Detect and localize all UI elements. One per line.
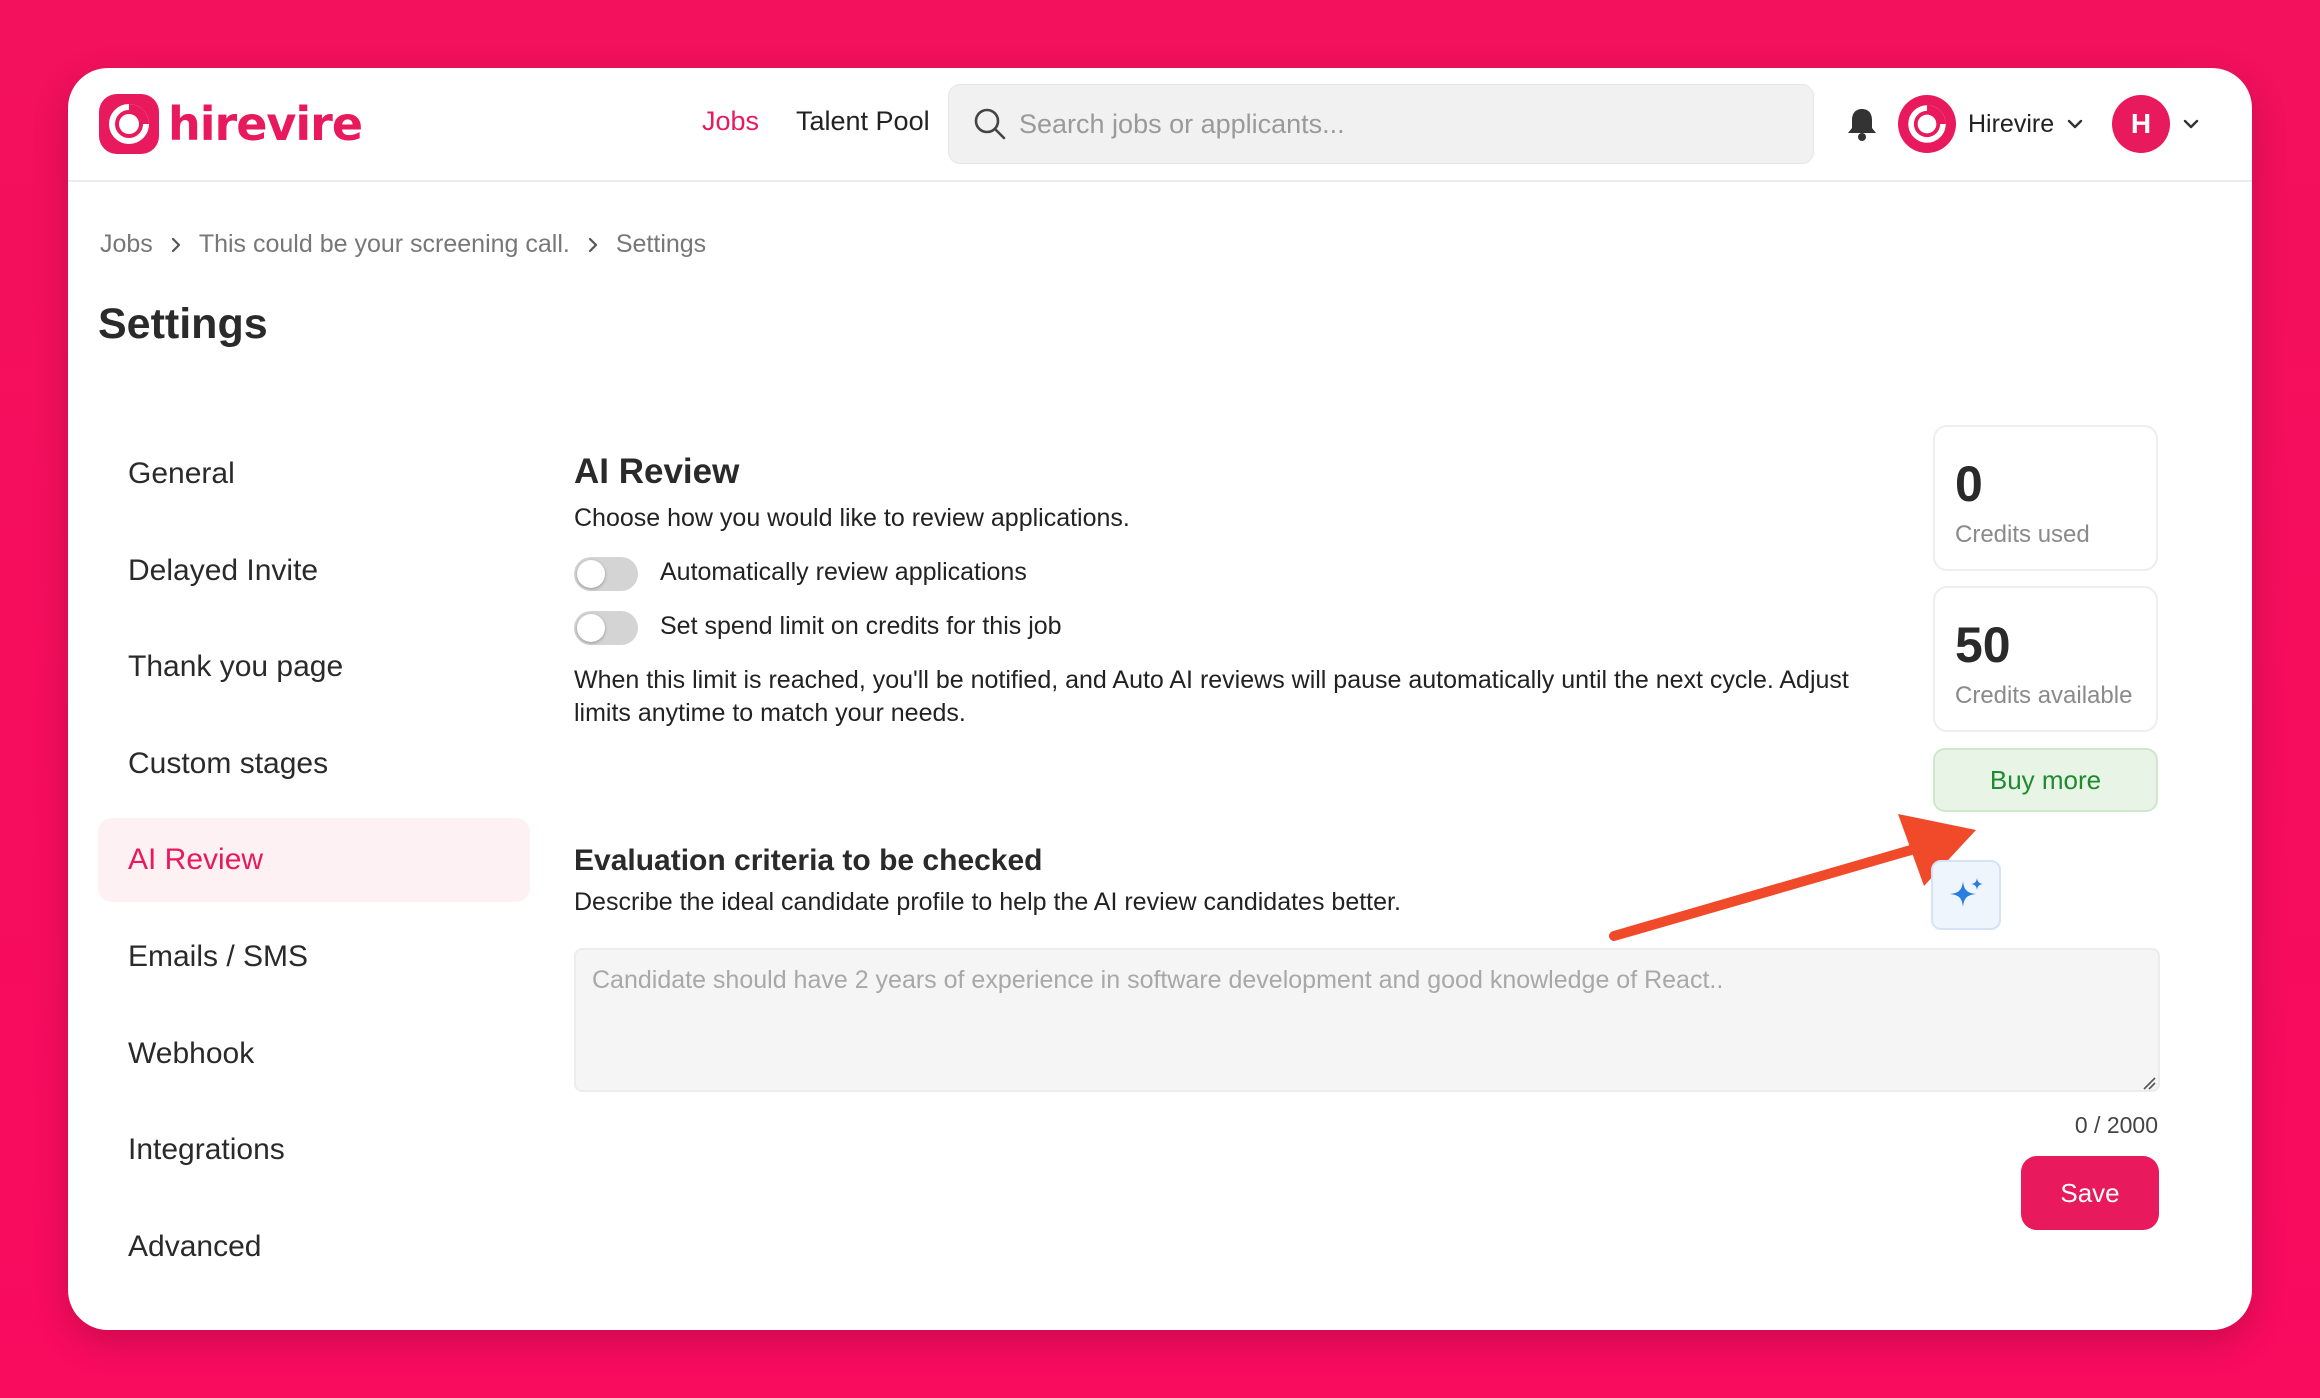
- sidebar-item-thank-you-page[interactable]: Thank you page: [98, 625, 530, 709]
- spend-limit-label: Set spend limit on credits for this job: [660, 612, 1062, 640]
- top-header: hirevire Jobs Talent Pool Hirevire: [68, 68, 2252, 182]
- credits-available-card: 50 Credits available: [1933, 586, 2158, 732]
- logo[interactable]: hirevire: [98, 92, 363, 156]
- sparkle-icon: [1950, 878, 1983, 907]
- breadcrumb-current: Settings: [615, 230, 707, 258]
- toggle-knob: [577, 614, 605, 642]
- sidebar-item-custom-stages[interactable]: Custom stages: [98, 722, 530, 806]
- org-logo-icon: [1898, 95, 1956, 153]
- bell-icon[interactable]: [1842, 104, 1882, 144]
- breadcrumb-job[interactable]: This could be your screening call.: [199, 230, 570, 259]
- credits-used-label: Credits used: [1955, 521, 2090, 548]
- criteria-title: Evaluation criteria to be checked: [574, 844, 1043, 877]
- app-window: hirevire Jobs Talent Pool Hirevire: [68, 68, 2252, 1330]
- org-switcher[interactable]: Hirevire: [1898, 94, 2084, 154]
- avatar: H: [2112, 95, 2170, 153]
- sidebar-item-webhook[interactable]: Webhook: [98, 1012, 530, 1096]
- nav-talent-pool[interactable]: Talent Pool: [796, 106, 930, 137]
- section-subtitle: Choose how you would like to review appl…: [574, 504, 1130, 532]
- sidebar-item-general[interactable]: General: [98, 432, 530, 516]
- limit-note-line-2: limits anytime to match your needs.: [574, 699, 966, 727]
- ai-generate-button[interactable]: [1931, 860, 2001, 930]
- sidebar-item-advanced[interactable]: Advanced: [98, 1205, 530, 1289]
- sidebar-item-delayed-invite[interactable]: Delayed Invite: [98, 529, 530, 613]
- resize-grip-icon[interactable]: [2140, 1074, 2156, 1090]
- auto-review-label: Automatically review applications: [660, 558, 1027, 586]
- search-bar[interactable]: [948, 84, 1814, 164]
- credits-available-label: Credits available: [1955, 682, 2133, 709]
- breadcrumb-jobs[interactable]: Jobs: [100, 230, 153, 259]
- criteria-subtitle: Describe the ideal candidate profile to …: [574, 888, 1401, 916]
- org-name: Hirevire: [1968, 109, 2055, 138]
- credits-used-value: 0: [1955, 456, 1983, 512]
- criteria-textarea[interactable]: [574, 948, 2160, 1092]
- toggle-knob: [577, 560, 605, 588]
- breadcrumb: Jobs This could be your screening call. …: [100, 230, 706, 259]
- limit-note-line-1: When this limit is reached, you'll be no…: [574, 666, 1849, 694]
- credits-used-card: 0 Credits used: [1933, 425, 2158, 571]
- section-title: AI Review: [574, 452, 740, 491]
- sidebar-item-integrations[interactable]: Integrations: [98, 1108, 530, 1192]
- character-counter: 0 / 2000: [2074, 1112, 2158, 1138]
- logo-text: hirevire: [168, 97, 363, 151]
- chevron-right-icon: [171, 237, 180, 252]
- search-icon: [974, 108, 1006, 140]
- page-title: Settings: [98, 300, 268, 348]
- chevron-right-icon: [588, 237, 597, 252]
- save-button[interactable]: Save: [2021, 1156, 2159, 1230]
- chevron-down-icon: [2067, 119, 2083, 129]
- spend-limit-toggle[interactable]: [574, 611, 638, 645]
- chevron-down-icon: [2183, 119, 2199, 129]
- settings-sidebar: General Delayed Invite Thank you page Cu…: [98, 432, 530, 1301]
- nav-jobs[interactable]: Jobs: [702, 106, 759, 137]
- auto-review-toggle[interactable]: [574, 557, 638, 591]
- search-input[interactable]: [1019, 85, 1779, 163]
- user-menu[interactable]: H: [2112, 94, 2200, 154]
- credits-available-value: 50: [1955, 617, 2011, 673]
- logo-icon: [99, 94, 159, 154]
- sidebar-item-emails-sms[interactable]: Emails / SMS: [98, 915, 530, 999]
- buy-more-button[interactable]: Buy more: [1933, 748, 2158, 812]
- sidebar-item-ai-review[interactable]: AI Review: [98, 818, 530, 903]
